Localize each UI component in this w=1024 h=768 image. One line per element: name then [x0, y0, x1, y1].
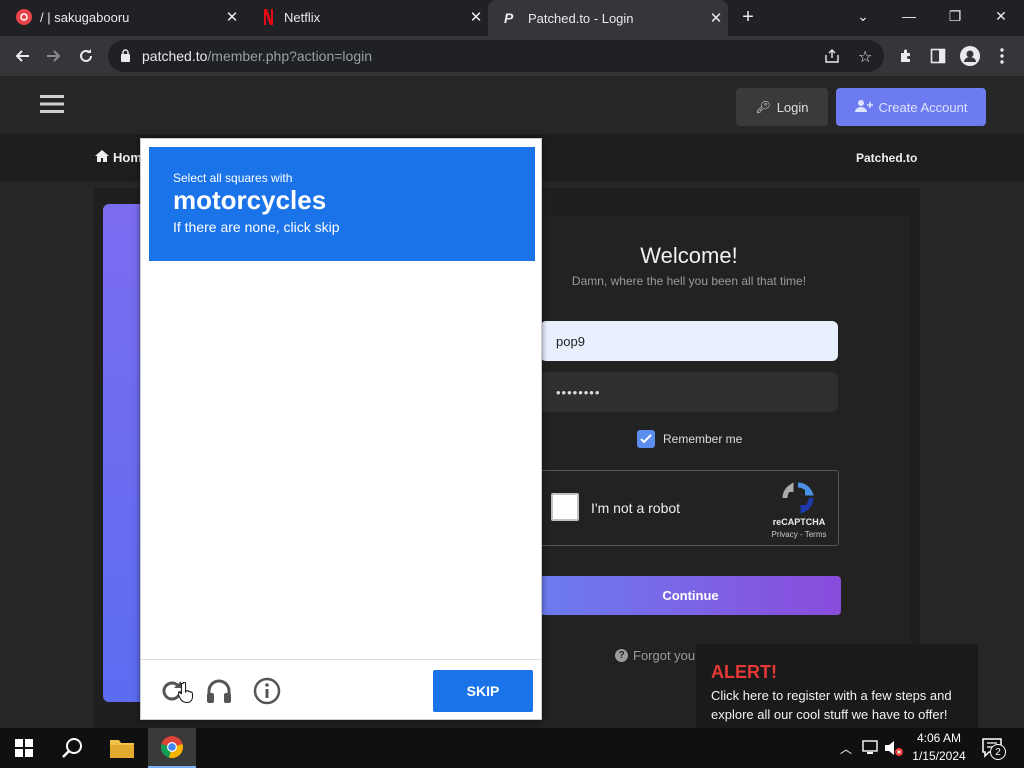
notification-count-badge: 2	[990, 744, 1006, 760]
hamburger-menu-icon[interactable]	[40, 94, 64, 119]
url-text[interactable]: patched.to/member.php?action=login	[142, 48, 372, 64]
home-icon	[95, 150, 109, 165]
hand-cursor-icon	[177, 681, 194, 709]
network-icon[interactable]	[862, 740, 880, 761]
lock-icon[interactable]	[120, 49, 131, 67]
username-input[interactable]: pop9	[540, 321, 838, 361]
recaptcha-brand: reCAPTCHA	[772, 517, 826, 527]
recaptcha-logo-icon	[781, 481, 815, 520]
alert-title: ALERT!	[711, 662, 777, 682]
clock-time[interactable]: 4:06 AM	[906, 731, 972, 745]
forgot-password-link[interactable]: ? Forgot you	[615, 648, 695, 663]
captcha-footer: SKIP	[141, 659, 541, 721]
file-explorer-icon[interactable]	[98, 728, 146, 768]
remember-checkbox[interactable]	[637, 430, 655, 448]
windows-start-icon[interactable]	[0, 728, 48, 768]
site-header: 🔑︎ Login Create Account	[0, 76, 1024, 134]
side-panel-icon[interactable]	[926, 44, 950, 68]
welcome-subtitle: Damn, where the hell you been all that t…	[571, 274, 807, 288]
captcha-instruction: Select all squares with	[173, 171, 293, 185]
reload-icon[interactable]	[74, 44, 98, 68]
menu-kebab-icon[interactable]	[990, 44, 1014, 68]
brand-link[interactable]: Patched.to	[856, 151, 917, 165]
tab-search-button[interactable]: ⌄	[840, 0, 886, 32]
captcha-image-grid[interactable]	[149, 261, 535, 657]
welcome-title: Welcome!	[640, 243, 738, 268]
tab-patched-login[interactable]: P Patched.to - Login ✕	[488, 0, 728, 36]
windows-taskbar: ︿ 4:06 AM 1/15/2024 2	[0, 728, 1024, 768]
recaptcha-checkbox[interactable]	[551, 493, 579, 521]
chrome-icon[interactable]	[148, 728, 196, 768]
search-icon[interactable]	[48, 728, 96, 768]
recaptcha-widget: I'm not a robot reCAPTCHA Privacy - Term…	[540, 470, 839, 546]
continue-button[interactable]: Continue	[540, 576, 841, 615]
tab-title: Netflix	[284, 9, 321, 25]
clock-date[interactable]: 1/15/2024	[906, 749, 972, 763]
info-icon[interactable]	[253, 677, 281, 710]
browser-toolbar: patched.to/member.php?action=login ☆	[0, 36, 1024, 76]
create-account-label: Create Account	[878, 99, 968, 115]
sakugabooru-icon	[16, 9, 32, 25]
recaptcha-label: I'm not a robot	[591, 500, 681, 516]
user-plus-icon	[854, 99, 873, 116]
share-icon[interactable]	[824, 48, 840, 69]
bookmark-star-icon[interactable]: ☆	[858, 47, 872, 67]
netflix-icon	[260, 9, 276, 25]
tab-title: / | sakugabooru	[40, 9, 130, 25]
login-button[interactable]: 🔑︎ Login	[736, 88, 828, 126]
close-tab-icon[interactable]: ✕	[704, 9, 728, 27]
headphones-icon[interactable]	[205, 677, 233, 710]
notification-center-icon[interactable]: 2	[982, 738, 1006, 763]
remember-label: Remember me	[663, 432, 743, 446]
tab-strip: / | sakugabooru ✕ Netflix ✕ P Patched.to…	[0, 0, 1024, 36]
captcha-hint: If there are none, click skip	[173, 219, 340, 235]
address-bar[interactable]: patched.to/member.php?action=login ☆	[108, 40, 884, 72]
patched-icon: P	[504, 10, 514, 26]
create-account-button[interactable]: Create Account	[836, 88, 986, 126]
extensions-icon[interactable]	[894, 44, 918, 68]
restore-button[interactable]: ❐	[932, 0, 978, 32]
forgot-label: Forgot you	[633, 648, 696, 663]
close-tab-icon[interactable]: ✕	[220, 8, 244, 26]
login-label: Login	[776, 99, 809, 115]
key-icon: 🔑︎	[755, 100, 771, 114]
volume-muted-icon[interactable]	[884, 739, 904, 762]
tab-sakugabooru[interactable]: / | sakugabooru ✕	[0, 0, 244, 34]
question-icon: ?	[615, 649, 628, 662]
new-tab-button[interactable]: +	[736, 5, 760, 29]
recaptcha-links[interactable]: Privacy - Terms	[757, 530, 841, 539]
tab-netflix[interactable]: Netflix ✕	[244, 0, 488, 34]
show-hidden-icons-chevron[interactable]: ︿	[840, 740, 852, 757]
skip-button[interactable]: SKIP	[433, 670, 533, 712]
close-window-button[interactable]: ✕	[978, 0, 1024, 32]
password-input[interactable]: ••••••••	[540, 372, 838, 412]
forward-icon[interactable]	[42, 44, 66, 68]
alert-toast[interactable]: ALERT! Click here to register with a few…	[696, 644, 978, 728]
captcha-challenge-popup: Select all squares with motorcycles If t…	[140, 138, 542, 720]
alert-message: Click here to register with a few steps …	[711, 688, 952, 722]
minimize-button[interactable]: —	[886, 0, 932, 32]
tab-title: Patched.to - Login	[528, 10, 634, 26]
captcha-header: Select all squares with motorcycles If t…	[149, 147, 535, 261]
captcha-target: motorcycles	[173, 185, 327, 215]
close-tab-icon[interactable]: ✕	[464, 8, 488, 26]
remember-me-row[interactable]: Remember me	[637, 430, 742, 448]
back-icon[interactable]	[10, 44, 34, 68]
profile-avatar-icon[interactable]	[958, 44, 982, 68]
